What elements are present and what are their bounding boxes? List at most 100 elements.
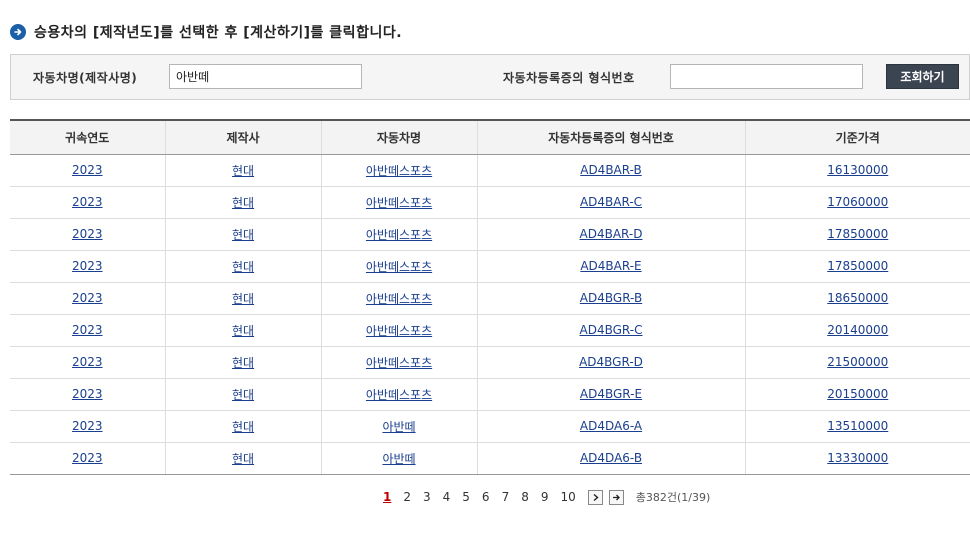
cell-base-price: 13330000 <box>744 442 970 475</box>
page-link-9[interactable]: 9 <box>541 490 549 504</box>
table-row: 2023 현대 아반떼 AD4DA6-A 13510000 <box>10 410 970 443</box>
page-link-5[interactable]: 5 <box>462 490 470 504</box>
type-number-link[interactable]: AD4BGR-E <box>580 387 642 401</box>
last-page-icon[interactable] <box>608 489 624 505</box>
pagination: 1 2 3 4 5 6 7 8 9 10 총382건(1/39) <box>383 488 710 506</box>
cell-year: 2023 <box>10 186 165 219</box>
cell-base-price: 17850000 <box>744 218 970 251</box>
cell-year: 2023 <box>10 346 165 379</box>
maker-link[interactable]: 현대 <box>232 356 254 370</box>
page-link-8[interactable]: 8 <box>521 490 529 504</box>
year-link[interactable]: 2023 <box>72 355 103 369</box>
base-price-link[interactable]: 20140000 <box>827 323 888 337</box>
maker-link[interactable]: 현대 <box>232 452 254 466</box>
cell-year: 2023 <box>10 410 165 443</box>
car-name-input[interactable] <box>169 64 362 89</box>
car-name-link[interactable]: 아반떼스포츠 <box>366 292 432 306</box>
base-price-link[interactable]: 13510000 <box>827 419 888 433</box>
car-name-link[interactable]: 아반떼스포츠 <box>366 388 432 402</box>
type-number-link[interactable]: AD4DA6-B <box>580 451 642 465</box>
car-name-link[interactable]: 아반떼스포츠 <box>366 356 432 370</box>
base-price-link[interactable]: 13330000 <box>827 451 888 465</box>
cell-maker: 현대 <box>164 442 321 475</box>
year-link[interactable]: 2023 <box>72 227 103 241</box>
cell-maker: 현대 <box>164 250 321 283</box>
page-link-10[interactable]: 10 <box>560 490 575 504</box>
car-name-link[interactable]: 아반떼스포츠 <box>366 196 432 210</box>
type-number-link[interactable]: AD4BAR-E <box>580 259 641 273</box>
year-link[interactable]: 2023 <box>72 419 103 433</box>
next-page-icon[interactable] <box>587 489 603 505</box>
car-name-link[interactable]: 아반떼스포츠 <box>366 260 432 274</box>
base-price-link[interactable]: 17060000 <box>827 195 888 209</box>
instruction-text: 승용차의 [제작년도]를 선택한 후 [계산하기]를 클릭합니다. <box>34 25 403 41</box>
table-row: 2023 현대 아반떼스포츠 AD4BAR-C 17060000 <box>10 186 970 219</box>
table-row: 2023 현대 아반떼스포츠 AD4BGR-C 20140000 <box>10 314 970 347</box>
year-link[interactable]: 2023 <box>72 163 103 177</box>
cell-year: 2023 <box>10 250 165 283</box>
year-link[interactable]: 2023 <box>72 291 103 305</box>
car-name-link[interactable]: 아반떼스포츠 <box>366 228 432 242</box>
type-number-link[interactable]: AD4BAR-C <box>580 195 642 209</box>
page-link-1[interactable]: 1 <box>383 490 391 504</box>
type-number-link[interactable]: AD4BGR-C <box>580 323 643 337</box>
maker-link[interactable]: 현대 <box>232 324 254 338</box>
cell-year: 2023 <box>10 218 165 251</box>
maker-link[interactable]: 현대 <box>232 420 254 434</box>
base-price-link[interactable]: 16130000 <box>827 163 888 177</box>
maker-link[interactable]: 현대 <box>232 292 254 306</box>
table-row: 2023 현대 아반떼스포츠 AD4BGR-B 18650000 <box>10 282 970 315</box>
cell-car-name: 아반떼스포츠 <box>320 154 477 187</box>
cell-base-price: 13510000 <box>744 410 970 443</box>
maker-link[interactable]: 현대 <box>232 260 254 274</box>
type-number-link[interactable]: AD4BGR-D <box>579 355 643 369</box>
page-link-3[interactable]: 3 <box>423 490 431 504</box>
base-price-link[interactable]: 17850000 <box>827 227 888 241</box>
search-button[interactable]: 조회하기 <box>886 64 959 89</box>
base-price-link[interactable]: 17850000 <box>827 259 888 273</box>
cell-base-price: 18650000 <box>744 282 970 315</box>
page-link-2[interactable]: 2 <box>403 490 411 504</box>
type-number-link[interactable]: AD4BGR-B <box>580 291 642 305</box>
cell-car-name: 아반떼스포츠 <box>320 282 477 315</box>
base-price-link[interactable]: 18650000 <box>827 291 888 305</box>
maker-link[interactable]: 현대 <box>232 228 254 242</box>
type-number-input[interactable] <box>670 64 863 89</box>
type-number-link[interactable]: AD4DA6-A <box>580 419 642 433</box>
year-link[interactable]: 2023 <box>72 387 103 401</box>
year-link[interactable]: 2023 <box>72 195 103 209</box>
cell-base-price: 16130000 <box>744 154 970 187</box>
search-panel: 자동차명(제작사명) 자동차등록증의 형식번호 조회하기 <box>10 54 970 100</box>
cell-car-name: 아반떼스포츠 <box>320 186 477 219</box>
year-link[interactable]: 2023 <box>72 323 103 337</box>
maker-link[interactable]: 현대 <box>232 164 254 178</box>
maker-link[interactable]: 현대 <box>232 388 254 402</box>
cell-type-number: AD4BGR-E <box>476 378 745 411</box>
cell-base-price: 17060000 <box>744 186 970 219</box>
maker-link[interactable]: 현대 <box>232 196 254 210</box>
base-price-link[interactable]: 20150000 <box>827 387 888 401</box>
cell-maker: 현대 <box>164 186 321 219</box>
cell-maker: 현대 <box>164 314 321 347</box>
page-link-4[interactable]: 4 <box>443 490 451 504</box>
car-name-link[interactable]: 아반떼 <box>382 452 415 466</box>
cell-car-name: 아반떼스포츠 <box>320 314 477 347</box>
table-row: 2023 현대 아반떼스포츠 AD4BAR-D 17850000 <box>10 218 970 251</box>
year-link[interactable]: 2023 <box>72 451 103 465</box>
type-number-link[interactable]: AD4BAR-B <box>580 163 642 177</box>
cell-car-name: 아반떼 <box>320 410 477 443</box>
page-link-7[interactable]: 7 <box>502 490 510 504</box>
car-name-link[interactable]: 아반떼 <box>382 420 415 434</box>
page-link-6[interactable]: 6 <box>482 490 490 504</box>
year-link[interactable]: 2023 <box>72 259 103 273</box>
cell-base-price: 17850000 <box>744 250 970 283</box>
table-row: 2023 현대 아반떼스포츠 AD4BGR-E 20150000 <box>10 378 970 411</box>
arrow-right-circle-icon <box>10 24 26 40</box>
table-row: 2023 현대 아반떼스포츠 AD4BAR-B 16130000 <box>10 154 970 187</box>
base-price-link[interactable]: 21500000 <box>827 355 888 369</box>
type-number-link[interactable]: AD4BAR-D <box>580 227 643 241</box>
car-name-link[interactable]: 아반떼스포츠 <box>366 164 432 178</box>
cell-type-number: AD4DA6-A <box>476 410 745 443</box>
cell-car-name: 아반떼스포츠 <box>320 218 477 251</box>
car-name-link[interactable]: 아반떼스포츠 <box>366 324 432 338</box>
